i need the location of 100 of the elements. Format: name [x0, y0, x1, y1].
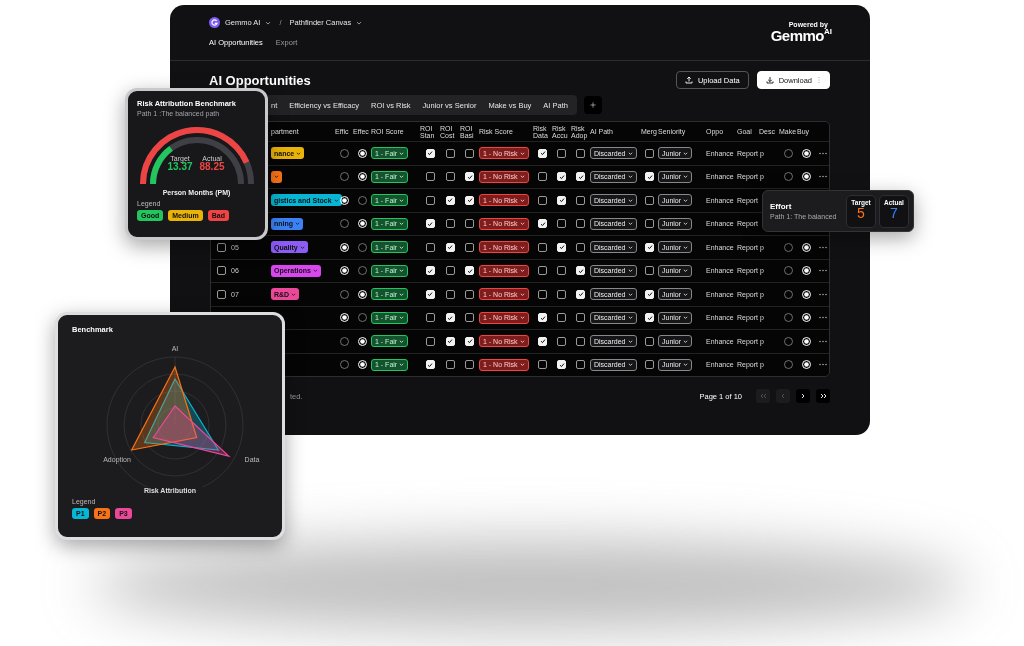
checkbox[interactable]: [576, 313, 585, 323]
more-icon[interactable]: [819, 363, 827, 367]
last-page-button[interactable]: [816, 389, 830, 403]
chevron-down-icon: [399, 197, 405, 203]
radio-button[interactable]: [783, 313, 793, 323]
checkbox[interactable]: [445, 289, 455, 299]
radio-button[interactable]: [783, 266, 793, 276]
chevron-down-icon: [399, 315, 405, 321]
checkbox[interactable]: [576, 360, 585, 370]
chevron-down-icon: [683, 221, 689, 227]
checkbox[interactable]: [576, 148, 585, 158]
checkbox[interactable]: [557, 289, 566, 299]
checkbox[interactable]: [425, 336, 435, 346]
check-icon: [447, 314, 453, 321]
checkbox[interactable]: [645, 336, 654, 346]
actual-value: 7: [890, 205, 898, 221]
radio-button[interactable]: [783, 148, 793, 158]
radio-button[interactable]: [357, 266, 367, 276]
checkbox[interactable]: [465, 219, 474, 229]
checkbox[interactable]: [425, 242, 435, 252]
radio-button[interactable]: [783, 360, 793, 370]
chevron-down-icon: [683, 244, 689, 250]
checkbox[interactable]: [445, 172, 455, 182]
checkbox[interactable]: [216, 289, 226, 299]
checkbox[interactable]: [425, 195, 435, 205]
more-icon[interactable]: [819, 175, 827, 179]
checkbox[interactable]: [216, 242, 226, 252]
checkbox[interactable]: [557, 148, 566, 158]
radio-button[interactable]: [357, 242, 367, 252]
department-tag[interactable]: [271, 170, 282, 183]
more-icon[interactable]: [819, 292, 827, 296]
chevron-down-icon: [683, 150, 689, 156]
checkbox[interactable]: [645, 266, 654, 276]
checkbox[interactable]: [538, 195, 547, 205]
chevron-down-icon: [299, 244, 305, 250]
radio-button[interactable]: [357, 313, 367, 323]
radio-button[interactable]: [339, 148, 349, 158]
more-icon[interactable]: [819, 316, 827, 320]
check-icon: [427, 150, 433, 157]
check-icon: [466, 267, 473, 274]
checkbox[interactable]: [445, 148, 455, 158]
checkbox[interactable]: [645, 148, 654, 158]
radio-button[interactable]: [783, 336, 793, 346]
checkbox[interactable]: [557, 219, 566, 229]
next-page-button[interactable]: [796, 389, 810, 403]
check-icon: [646, 314, 653, 321]
check-icon: [646, 173, 653, 180]
check-icon: [427, 220, 433, 227]
radio-button[interactable]: [783, 242, 793, 252]
check-icon: [447, 338, 453, 345]
checkbox[interactable]: [465, 360, 474, 370]
checkbox[interactable]: [465, 148, 474, 158]
checkbox[interactable]: [465, 242, 474, 252]
check-icon: [466, 197, 473, 204]
checkbox[interactable]: [645, 195, 654, 205]
actual-value: 88.25: [199, 162, 225, 172]
checkbox[interactable]: [538, 242, 547, 252]
checkbox[interactable]: [557, 336, 566, 346]
checkbox[interactable]: [557, 313, 566, 323]
checkbox[interactable]: [216, 266, 226, 276]
checkbox[interactable]: [425, 313, 435, 323]
checkbox[interactable]: [576, 336, 585, 346]
radio-button[interactable]: [783, 289, 793, 299]
checkbox[interactable]: [576, 195, 585, 205]
chevron-down-icon: [399, 221, 405, 227]
radio-button[interactable]: [357, 195, 367, 205]
more-icon[interactable]: [819, 245, 827, 249]
radio-button[interactable]: [339, 360, 349, 370]
radio-button[interactable]: [339, 289, 349, 299]
chevron-down-icon: [399, 338, 405, 344]
checkbox[interactable]: [557, 266, 566, 276]
checkbox[interactable]: [445, 360, 455, 370]
checkbox[interactable]: [538, 266, 547, 276]
page-title: AI Opportunities: [209, 72, 311, 88]
checkbox[interactable]: [445, 219, 455, 229]
radio-button[interactable]: [339, 336, 349, 346]
chevron-down-icon: [519, 291, 525, 297]
chevron-down-icon: [399, 244, 405, 250]
chevron-down-icon: [399, 174, 405, 180]
checkbox[interactable]: [538, 172, 547, 182]
checkbox[interactable]: [538, 360, 547, 370]
checkbox[interactable]: [645, 219, 654, 229]
radio-button[interactable]: [339, 219, 349, 229]
chevron-down-icon: [312, 268, 318, 274]
radio-button[interactable]: [783, 172, 793, 182]
checkbox[interactable]: [576, 219, 585, 229]
more-icon[interactable]: [819, 269, 827, 273]
more-icon[interactable]: [819, 339, 827, 343]
check-icon: [447, 244, 453, 251]
checkbox[interactable]: [538, 289, 547, 299]
check-icon: [577, 173, 584, 180]
checkbox[interactable]: [465, 313, 474, 323]
checkbox[interactable]: [645, 360, 654, 370]
checkbox[interactable]: [445, 266, 455, 276]
checkbox[interactable]: [576, 242, 585, 252]
radio-button[interactable]: [339, 172, 349, 182]
more-icon[interactable]: [819, 151, 827, 155]
checkbox[interactable]: [425, 172, 435, 182]
checkbox[interactable]: [465, 289, 474, 299]
logo-wordmark: Gemmo: [770, 28, 824, 43]
